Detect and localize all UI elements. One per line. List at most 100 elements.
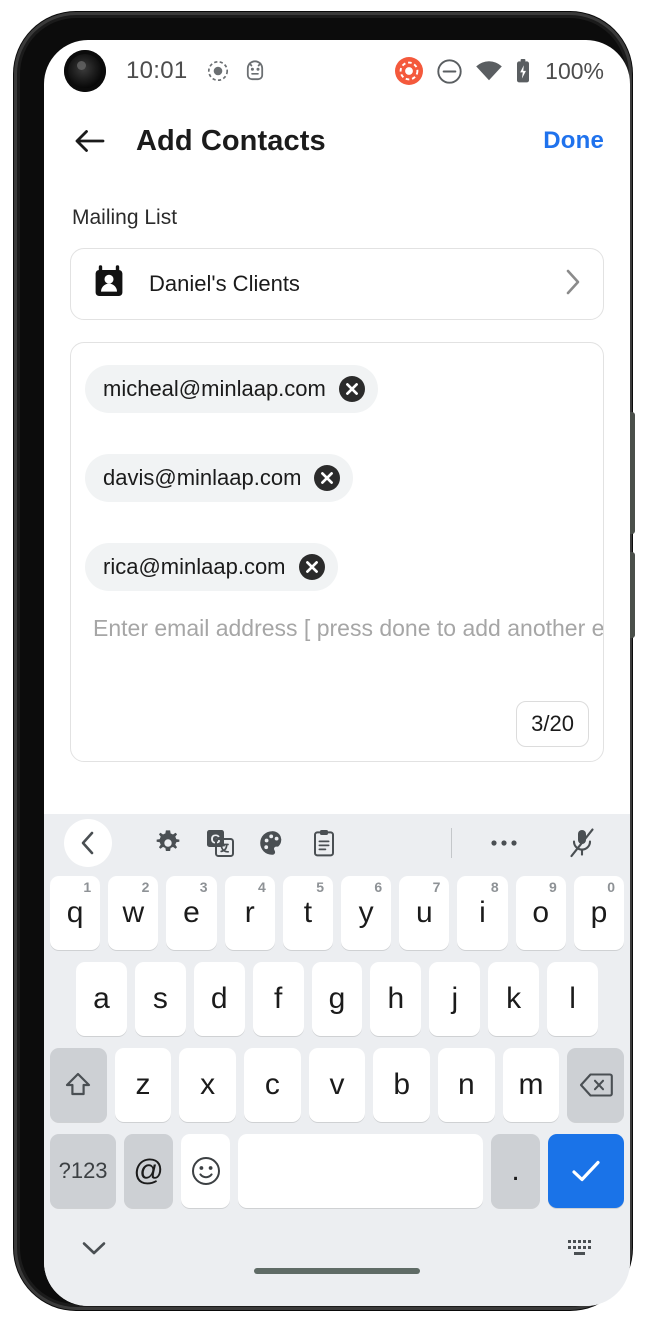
email-input-card[interactable]: micheal@minlaap.com davis@minlaap.com ri… xyxy=(70,342,604,762)
key-backspace[interactable] xyxy=(567,1048,625,1122)
close-circle-icon[interactable] xyxy=(313,464,341,492)
email-chip-text: davis@minlaap.com xyxy=(103,465,302,490)
keyboard-nav-bar xyxy=(44,1212,630,1284)
key-a[interactable]: a xyxy=(76,962,127,1036)
key-digit: 7 xyxy=(432,879,441,895)
key-h[interactable]: h xyxy=(370,962,422,1036)
kb-theme-button[interactable] xyxy=(246,817,298,869)
key-y[interactable]: 6y xyxy=(341,876,392,950)
key-f[interactable]: f xyxy=(252,962,304,1036)
key-s[interactable]: s xyxy=(134,962,186,1036)
status-right-icons: 100% xyxy=(394,56,604,86)
key-digit: 0 xyxy=(607,879,616,895)
page-title: Add Contacts xyxy=(136,124,326,157)
back-button[interactable] xyxy=(68,119,112,163)
on-screen-keyboard: G 1 q 2 w 3 e 4 r 5 t 6 y 7 u 8 i 9 o 0 … xyxy=(44,814,630,1306)
volume-button[interactable] xyxy=(630,412,635,534)
key-label: t xyxy=(303,896,313,929)
key-e[interactable]: 3e xyxy=(166,876,217,950)
key-c[interactable]: c xyxy=(244,1048,301,1122)
key-r[interactable]: 4r xyxy=(224,876,275,950)
done-button[interactable]: Done xyxy=(543,127,604,155)
email-chip[interactable]: davis@minlaap.com xyxy=(85,454,354,502)
key-shift[interactable] xyxy=(49,1048,107,1122)
key-b[interactable]: b xyxy=(373,1048,431,1122)
key-u[interactable]: 7u xyxy=(399,876,450,950)
gesture-navigation-bar[interactable] xyxy=(254,1268,420,1274)
mailing-list-selector[interactable]: Daniel's Clients xyxy=(70,248,604,320)
status-time: 10:01 xyxy=(126,57,188,84)
key-space[interactable] xyxy=(238,1134,484,1208)
key-digit: 9 xyxy=(549,879,557,895)
key-p[interactable]: 0p xyxy=(573,876,625,950)
key-g[interactable]: g xyxy=(311,962,363,1036)
translate-icon: G xyxy=(207,830,234,857)
key-i[interactable]: 8i xyxy=(457,876,508,950)
power-button[interactable] xyxy=(630,552,635,638)
email-chip[interactable]: rica@minlaap.com xyxy=(85,543,338,591)
key-label: q xyxy=(66,896,84,929)
key-k[interactable]: k xyxy=(488,962,540,1036)
backspace-icon xyxy=(579,1073,613,1097)
key-v[interactable]: v xyxy=(308,1048,366,1122)
phone-screen: 10:01 100% Add Contacts Done Mailing Lis… xyxy=(44,40,630,1306)
kb-translate-button[interactable]: G xyxy=(194,817,246,869)
close-circle-icon[interactable] xyxy=(298,553,326,581)
palette-icon xyxy=(260,831,282,855)
key-digit: 6 xyxy=(374,879,383,895)
kb-voice-button[interactable] xyxy=(556,817,608,869)
keyboard-toolbar: G xyxy=(44,814,630,872)
keyboard-row-2: a s d f g h j k l xyxy=(44,958,630,1040)
kb-settings-button[interactable] xyxy=(142,817,194,869)
microphone-off-icon xyxy=(570,828,594,858)
key-n[interactable]: n xyxy=(438,1048,495,1122)
email-counter-badge: 3/20 xyxy=(516,701,589,747)
keyboard-grid-icon xyxy=(568,1240,591,1255)
gear-icon xyxy=(156,830,180,851)
screen-recording-active-icon xyxy=(394,56,424,86)
key-x[interactable]: x xyxy=(179,1048,236,1122)
key-m[interactable]: m xyxy=(502,1048,560,1122)
key-enter[interactable] xyxy=(548,1134,624,1208)
key-l[interactable]: l xyxy=(547,962,599,1036)
key-symbols[interactable]: ?123 xyxy=(50,1134,117,1208)
key-t[interactable]: 5t xyxy=(282,876,333,950)
arrow-left-icon xyxy=(75,130,105,152)
key-label: i xyxy=(479,896,486,929)
keyboard-row-3: z x c v b n m xyxy=(44,1044,630,1126)
email-chip[interactable]: micheal@minlaap.com xyxy=(85,365,378,413)
kb-more-button[interactable] xyxy=(478,817,530,869)
key-j[interactable]: j xyxy=(429,962,481,1036)
key-label: r xyxy=(244,896,255,929)
email-chip-text: rica@minlaap.com xyxy=(103,554,286,579)
key-z[interactable]: z xyxy=(114,1048,172,1122)
main-content: Mailing List Daniel's Clients micheal@mi… xyxy=(44,206,630,762)
key-label: p xyxy=(590,896,608,929)
kb-back-button[interactable] xyxy=(64,819,112,867)
contact-badge-icon xyxy=(93,264,125,304)
key-digit: 4 xyxy=(258,879,266,895)
key-w[interactable]: 2w xyxy=(108,876,159,950)
chip-row: davis@minlaap.com xyxy=(85,454,589,543)
chip-row: micheal@minlaap.com xyxy=(85,365,589,454)
kb-clipboard-button[interactable] xyxy=(298,817,350,869)
key-digit: 3 xyxy=(199,879,208,895)
key-d[interactable]: d xyxy=(193,962,245,1036)
close-circle-icon[interactable] xyxy=(338,375,366,403)
key-at[interactable]: @ xyxy=(124,1134,174,1208)
key-emoji[interactable] xyxy=(181,1134,231,1208)
key-digit: 8 xyxy=(490,879,499,895)
keyboard-switcher-button[interactable] xyxy=(558,1226,602,1270)
hide-keyboard-button[interactable] xyxy=(72,1226,116,1270)
email-chip-text: micheal@minlaap.com xyxy=(103,376,326,401)
app-bar: Add Contacts Done xyxy=(44,102,630,180)
phone-frame: 10:01 100% Add Contacts Done Mailing Lis… xyxy=(14,12,635,1310)
email-input-placeholder[interactable]: Enter email address [ press done to add … xyxy=(93,615,603,642)
key-label: w xyxy=(122,896,145,929)
key-period[interactable]: . xyxy=(491,1134,541,1208)
key-digit: 2 xyxy=(141,879,150,895)
key-q[interactable]: 1q xyxy=(49,876,101,950)
android-bug-icon xyxy=(244,59,266,83)
wifi-icon xyxy=(475,60,503,82)
key-o[interactable]: 9o xyxy=(515,876,566,950)
